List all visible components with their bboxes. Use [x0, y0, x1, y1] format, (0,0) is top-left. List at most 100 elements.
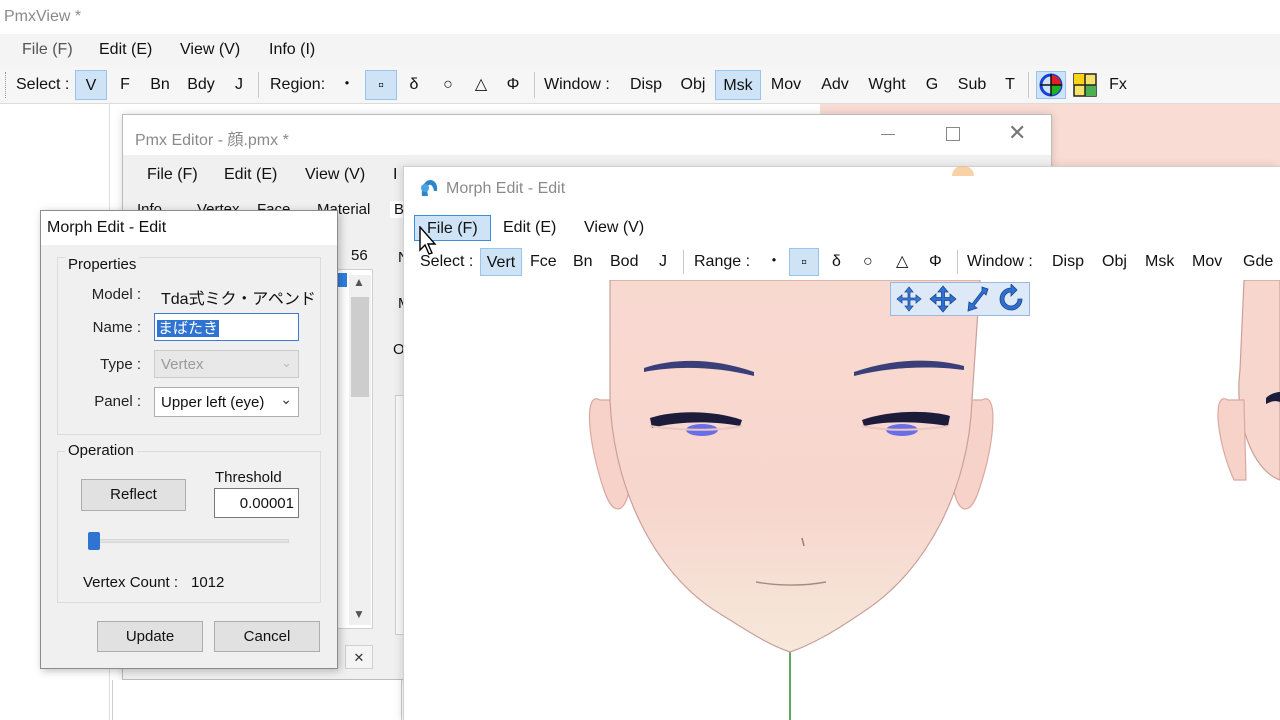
select-body-button[interactable]: Bdy: [184, 70, 218, 100]
morph-app-icon: [418, 177, 440, 199]
window-g-button[interactable]: G: [922, 70, 942, 100]
region-rect-button[interactable]: ▫: [365, 70, 397, 100]
vertex-count-label: Vertex Count :: [83, 574, 179, 591]
pmx-menu-edit[interactable]: Edit (E): [224, 162, 277, 188]
region-delta-button[interactable]: δ: [404, 70, 424, 100]
morph-window-msk-button[interactable]: Msk: [1145, 248, 1174, 276]
color-wheel-icon[interactable]: [1036, 71, 1066, 99]
main-menu-file[interactable]: File (F): [22, 37, 73, 63]
threshold-label: Threshold: [215, 469, 282, 486]
model-label: Model :: [91, 286, 141, 303]
main-window-title: PmxView *: [4, 8, 82, 25]
pmx-small-close-icon[interactable]: ✕: [345, 645, 373, 669]
toolbar-separator: [683, 250, 684, 274]
select-bone-button[interactable]: Bn: [146, 70, 174, 100]
chevron-down-icon: ⌄: [281, 355, 292, 370]
select-face-button[interactable]: F: [116, 70, 134, 100]
window-mov-button[interactable]: Mov: [766, 70, 806, 100]
pmx-editor-title: Pmx Editor - 顔.pmx *: [135, 132, 289, 149]
type-select-value: Vertex: [161, 356, 204, 373]
minimize-icon[interactable]: [881, 134, 895, 135]
move-all-icon[interactable]: [928, 284, 958, 314]
window-label: Window :: [544, 76, 610, 93]
select-vertex-button[interactable]: V: [75, 70, 107, 100]
morph-range-point-button[interactable]: ・: [766, 248, 782, 276]
type-select[interactable]: Vertex ⌄: [154, 350, 299, 378]
morph-window-gde-button[interactable]: Gde: [1243, 248, 1273, 276]
vertex-count-value: 1012: [191, 574, 225, 591]
morph-window-disp-button[interactable]: Disp: [1052, 248, 1084, 276]
threshold-slider-track[interactable]: [89, 539, 289, 543]
window-obj-button[interactable]: Obj: [676, 70, 710, 100]
window-msk-button[interactable]: Msk: [715, 70, 761, 100]
morph-range-phi-button[interactable]: Φ: [929, 248, 942, 276]
pmx-menu-info[interactable]: I: [393, 162, 397, 188]
properties-group-label: Properties: [65, 256, 140, 273]
region-phi-button[interactable]: Φ: [503, 70, 523, 100]
morph-range-triangle-button[interactable]: △: [896, 248, 908, 276]
window-sub-button[interactable]: Sub: [954, 70, 990, 100]
fx-button[interactable]: Fx: [1106, 70, 1130, 100]
threshold-slider-thumb[interactable]: [88, 532, 100, 550]
morph-select-vert-button[interactable]: Vert: [480, 248, 522, 276]
morph-select-body-button[interactable]: Bod: [610, 248, 638, 276]
panel-label: Panel :: [94, 393, 141, 410]
toolbar-separator: [258, 72, 259, 98]
cancel-button[interactable]: Cancel: [214, 621, 320, 652]
region-circle-button[interactable]: ○: [436, 70, 460, 100]
pmx-list-count: 56: [351, 247, 368, 264]
move-depth-icon[interactable]: [962, 284, 992, 314]
name-label: Name :: [92, 319, 141, 336]
panel-select[interactable]: Upper left (eye) ⌄: [154, 387, 299, 417]
reflect-button[interactable]: Reflect: [81, 479, 186, 511]
model-value: Tda式ミク・アペンド: [161, 291, 316, 308]
window-adv-button[interactable]: Adv: [816, 70, 854, 100]
morph-range-delta-button[interactable]: δ: [832, 248, 841, 276]
pmx-menu-view[interactable]: View (V): [305, 162, 365, 188]
region-triangle-button[interactable]: △: [470, 70, 492, 100]
morph-select-face-button[interactable]: Fce: [530, 248, 557, 276]
selection-marker: [337, 273, 347, 287]
name-input[interactable]: まばたき: [154, 313, 299, 341]
window-t-button[interactable]: T: [1002, 70, 1018, 100]
main-menu-info[interactable]: Info (I): [269, 37, 315, 63]
scroll-down-icon[interactable]: ▼: [353, 607, 365, 621]
morph-range-circle-button[interactable]: ○: [863, 248, 873, 276]
morph-edit-dialog: Morph Edit - Edit Properties Model : Tda…: [40, 210, 338, 669]
grid-icon[interactable]: [1072, 72, 1098, 98]
update-button[interactable]: Update: [97, 621, 203, 652]
morph-3d-viewport[interactable]: [404, 280, 1280, 720]
maximize-icon[interactable]: [946, 127, 960, 141]
morph-window-label: Window :: [967, 253, 1033, 270]
morph-range-rect-button[interactable]: ▫: [789, 248, 819, 276]
toolbar-separator: [534, 72, 535, 98]
morph-window-mov-button[interactable]: Mov: [1192, 248, 1222, 276]
morph-window-obj-button[interactable]: Obj: [1102, 248, 1127, 276]
morph-view-title: Morph Edit - Edit: [446, 180, 566, 197]
rotate-icon[interactable]: [996, 283, 1026, 314]
region-label: Region:: [270, 76, 326, 93]
morph-select-bone-button[interactable]: Bn: [573, 248, 593, 276]
morph-select-joint-button[interactable]: J: [659, 248, 667, 276]
chevron-down-icon: ⌄: [280, 391, 292, 407]
select-label: Select :: [16, 76, 70, 93]
morph-menu-edit[interactable]: Edit (E): [503, 215, 556, 241]
morph-menu-view[interactable]: View (V): [584, 215, 644, 241]
type-label: Type :: [100, 356, 141, 373]
threshold-value: 0.00001: [239, 495, 294, 512]
mouse-cursor-icon: [419, 225, 439, 256]
window-wght-button[interactable]: Wght: [862, 70, 912, 100]
main-menu-edit[interactable]: Edit (E): [99, 37, 152, 63]
close-icon[interactable]: ✕: [1008, 121, 1026, 145]
move-xy-icon[interactable]: [894, 284, 924, 314]
main-menu-view[interactable]: View (V): [180, 37, 240, 63]
threshold-input[interactable]: 0.00001: [214, 488, 299, 518]
toolbar-grip: [5, 72, 8, 98]
region-point-button[interactable]: ・: [338, 70, 356, 100]
pmx-menu-file[interactable]: File (F): [147, 162, 198, 188]
window-disp-button[interactable]: Disp: [626, 70, 666, 100]
select-joint-button[interactable]: J: [232, 70, 246, 100]
scroll-up-icon[interactable]: ▲: [353, 275, 365, 289]
name-input-value: まばたき: [157, 320, 220, 337]
scroll-thumb[interactable]: [351, 297, 369, 397]
